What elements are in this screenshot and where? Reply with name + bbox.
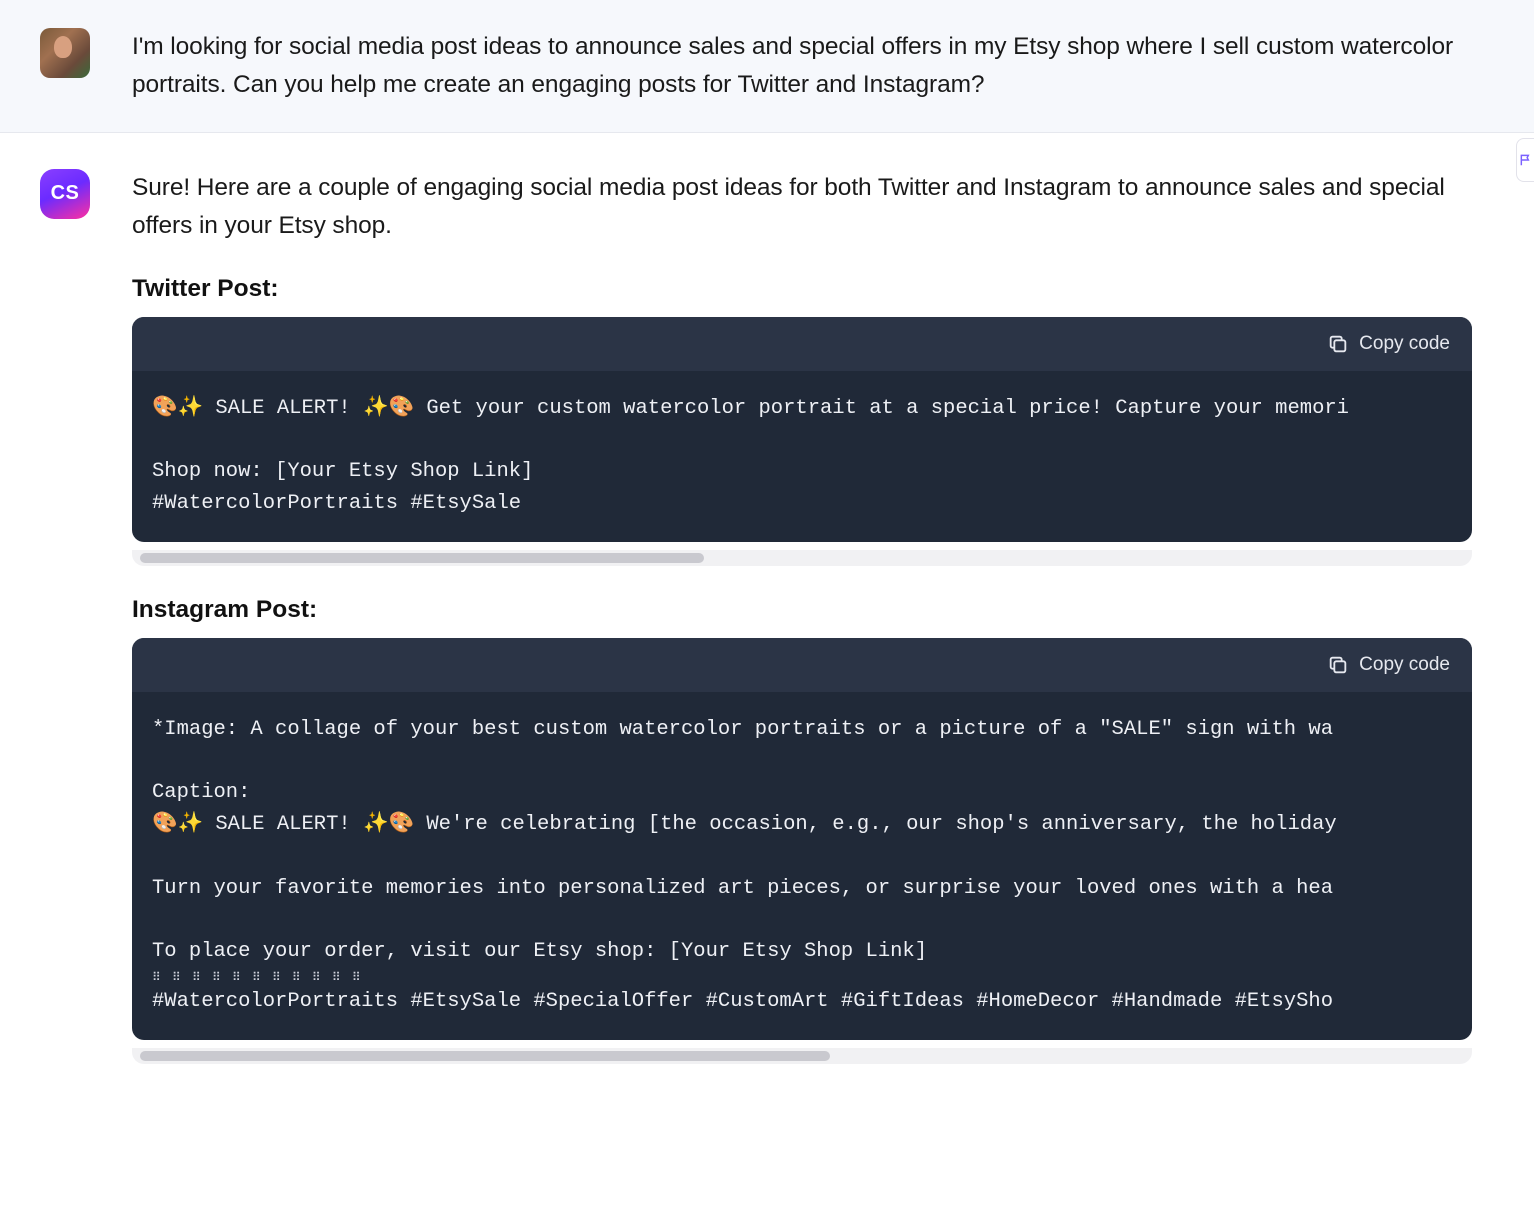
twitter-post-heading: Twitter Post: <box>132 275 1472 303</box>
instagram-code-main: *Image: A collage of your best custom wa… <box>152 718 1349 963</box>
scrollbar-thumb[interactable] <box>140 553 704 563</box>
copy-code-button[interactable]: Copy code <box>1327 333 1450 355</box>
assistant-message: CS Sure! Here are a couple of engaging s… <box>0 133 1534 1074</box>
copy-code-button[interactable]: Copy code <box>1327 654 1450 676</box>
user-message-content: I'm looking for social media post ideas … <box>132 28 1472 104</box>
code-block-header: Copy code <box>132 317 1472 371</box>
copy-icon <box>1327 654 1349 676</box>
assistant-message-content: Sure! Here are a couple of engaging soci… <box>132 169 1472 1064</box>
instagram-hashtags: #WatercolorPortraits #EtsySale #SpecialO… <box>152 990 1333 1013</box>
instagram-code-body[interactable]: *Image: A collage of your best custom wa… <box>132 692 1472 1040</box>
assistant-intro-text: Sure! Here are a couple of engaging soci… <box>132 169 1472 245</box>
user-avatar <box>40 28 90 78</box>
user-message-text: I'm looking for social media post ideas … <box>132 28 1472 104</box>
copy-code-label: Copy code <box>1359 654 1450 676</box>
copy-code-label: Copy code <box>1359 333 1450 355</box>
twitter-code-block: Copy code 🎨✨ SALE ALERT! ✨🎨 Get your cus… <box>132 317 1472 542</box>
dotted-separator: ⠿ ⠿ ⠿ ⠿ ⠿ ⠿ ⠿ ⠿ ⠿ ⠿ ⠿ <box>152 972 1452 984</box>
instagram-code-block: Copy code *Image: A collage of your best… <box>132 638 1472 1040</box>
assistant-avatar-label: CS <box>51 182 80 205</box>
side-flag-tab[interactable] <box>1516 138 1534 182</box>
horizontal-scrollbar[interactable] <box>132 550 1472 566</box>
flag-icon <box>1519 153 1533 167</box>
copy-icon <box>1327 333 1349 355</box>
user-message: I'm looking for social media post ideas … <box>0 0 1534 133</box>
horizontal-scrollbar[interactable] <box>132 1048 1472 1064</box>
instagram-post-heading: Instagram Post: <box>132 596 1472 624</box>
scrollbar-thumb[interactable] <box>140 1051 830 1061</box>
code-block-header: Copy code <box>132 638 1472 692</box>
assistant-avatar: CS <box>40 169 90 219</box>
twitter-code-body[interactable]: 🎨✨ SALE ALERT! ✨🎨 Get your custom waterc… <box>132 371 1472 542</box>
